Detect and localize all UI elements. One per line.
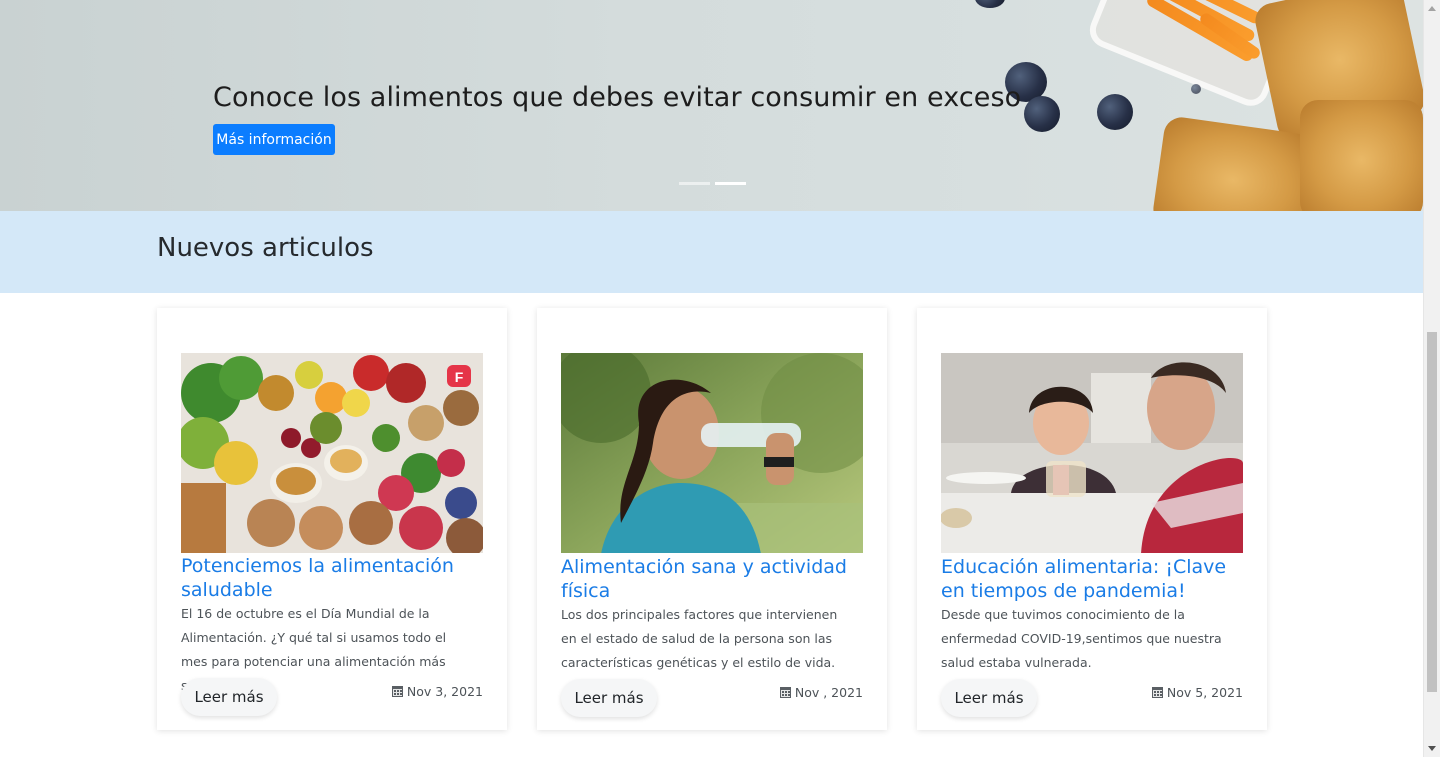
card-date: Nov 5, 2021 [1151, 685, 1243, 700]
card-title-link[interactable]: Potenciemos la alimentación saludable [181, 554, 483, 602]
card-date: Nov 3, 2021 [391, 684, 483, 699]
scroll-up-arrow-icon[interactable] [1428, 6, 1436, 11]
more-info-button[interactable]: Más información [213, 124, 335, 155]
scroll-down-arrow-icon[interactable] [1428, 746, 1436, 751]
hero-carousel: Conoce los alimentos que debes evitar co… [0, 0, 1423, 211]
card-title-link[interactable]: Alimentación sana y actividad física [561, 555, 863, 603]
card-image-woman-drinking-water[interactable] [561, 353, 863, 553]
read-more-button[interactable]: Leer más [941, 679, 1037, 717]
card-image-children-eating[interactable] [941, 353, 1243, 553]
healthy-foods-image: F [181, 353, 483, 553]
article-card-1: F Potenciemos la alimentación saludable … [157, 308, 507, 730]
card-image-healthy-foods[interactable]: F [181, 353, 483, 553]
scrollbar-thumb[interactable] [1427, 332, 1437, 692]
page-content: Conoce los alimentos que debes evitar co… [0, 0, 1423, 757]
hero-title: Conoce los alimentos que debes evitar co… [213, 82, 1022, 113]
card-date-text: Nov , 2021 [794, 685, 863, 700]
carousel-indicator-2[interactable] [715, 182, 746, 185]
calendar-icon [1151, 687, 1163, 698]
article-card-3: Educación alimentaria: ¡Clave en tiempos… [917, 308, 1267, 730]
vertical-scrollbar[interactable] [1423, 0, 1440, 757]
woman-drinking-water-image [561, 353, 863, 553]
calendar-icon [779, 687, 791, 698]
card-title-link[interactable]: Educación alimentaria: ¡Clave en tiempos… [941, 555, 1243, 603]
card-date-text: Nov 5, 2021 [1166, 685, 1243, 700]
read-more-button[interactable]: Leer más [181, 678, 277, 716]
card-date: Nov , 2021 [779, 685, 863, 700]
carousel-indicators [679, 182, 746, 185]
card-date-text: Nov 3, 2021 [406, 684, 483, 699]
carousel-indicator-1[interactable] [679, 182, 710, 185]
children-eating-image [941, 353, 1243, 553]
read-more-button[interactable]: Leer más [561, 679, 657, 717]
section-title: Nuevos articulos [157, 233, 374, 263]
card-description: Los dos principales factores que intervi… [561, 607, 838, 670]
card-image-badge-text: F [455, 369, 464, 385]
article-card-2: Alimentación sana y actividad física Los… [537, 308, 887, 730]
page: Conoce los alimentos que debes evitar co… [0, 0, 1440, 757]
card-description: Desde que tuvimos conocimiento de la enf… [941, 607, 1222, 670]
calendar-icon [391, 686, 403, 697]
